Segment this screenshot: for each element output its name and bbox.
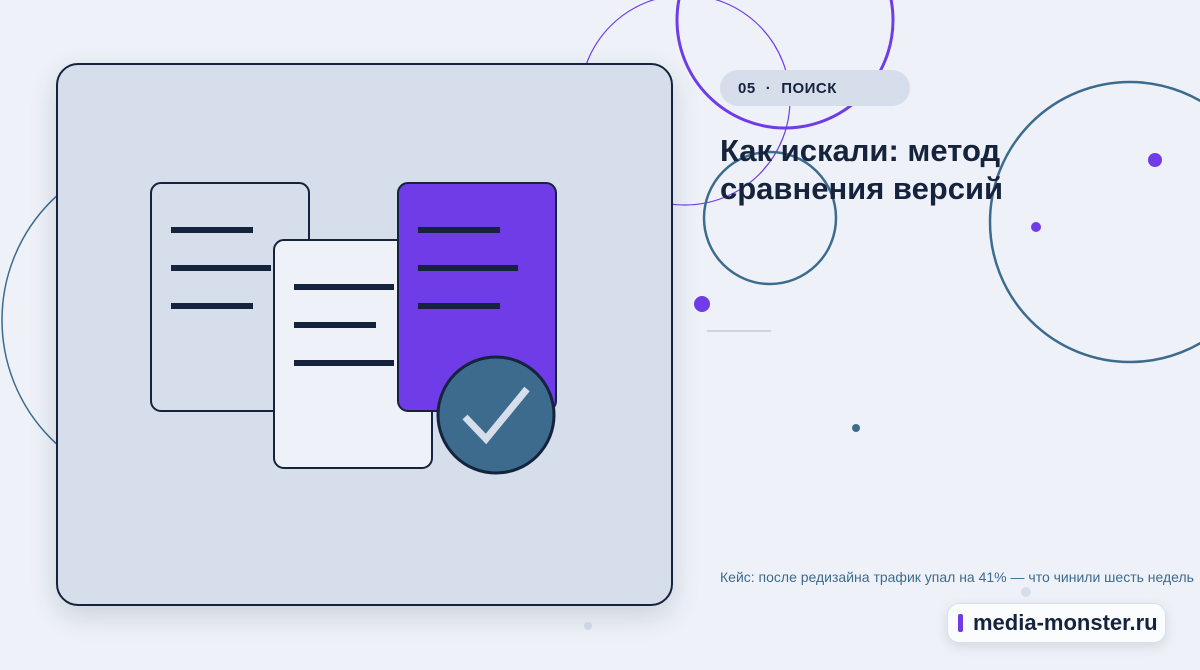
headline: Как искали: метод сравнения версий [720, 132, 1180, 208]
brand-mark-icon [958, 614, 963, 632]
section-name: ПОИСК [781, 79, 837, 97]
deco-dot [1031, 222, 1041, 232]
headline-line-1: Как искали: метод [720, 133, 1001, 168]
section-label: 05 · ПОИСК [720, 70, 910, 106]
caption-text: Кейс: после редизайна трафик упал на 41%… [720, 569, 1194, 585]
hero-banner: 05 · ПОИСК Как искали: метод сравнения в… [0, 0, 1200, 670]
illustration-card [56, 63, 673, 606]
section-separator: · [765, 79, 772, 97]
checkmark-icon [436, 355, 556, 475]
brand-name: media-monster.ru [973, 610, 1158, 635]
deco-dot [584, 622, 592, 630]
deco-circle-right [988, 80, 1200, 364]
deco-dot [852, 424, 860, 432]
version-compare-illustration [150, 182, 557, 475]
section-number: 05 [738, 79, 756, 97]
deco-dot [694, 296, 710, 312]
deco-dot [1021, 587, 1031, 597]
divider [707, 330, 771, 332]
headline-line-2: сравнения версий [720, 171, 1004, 206]
brand-badge: media-monster.ru [947, 603, 1166, 643]
deco-circle-top [675, 0, 895, 130]
